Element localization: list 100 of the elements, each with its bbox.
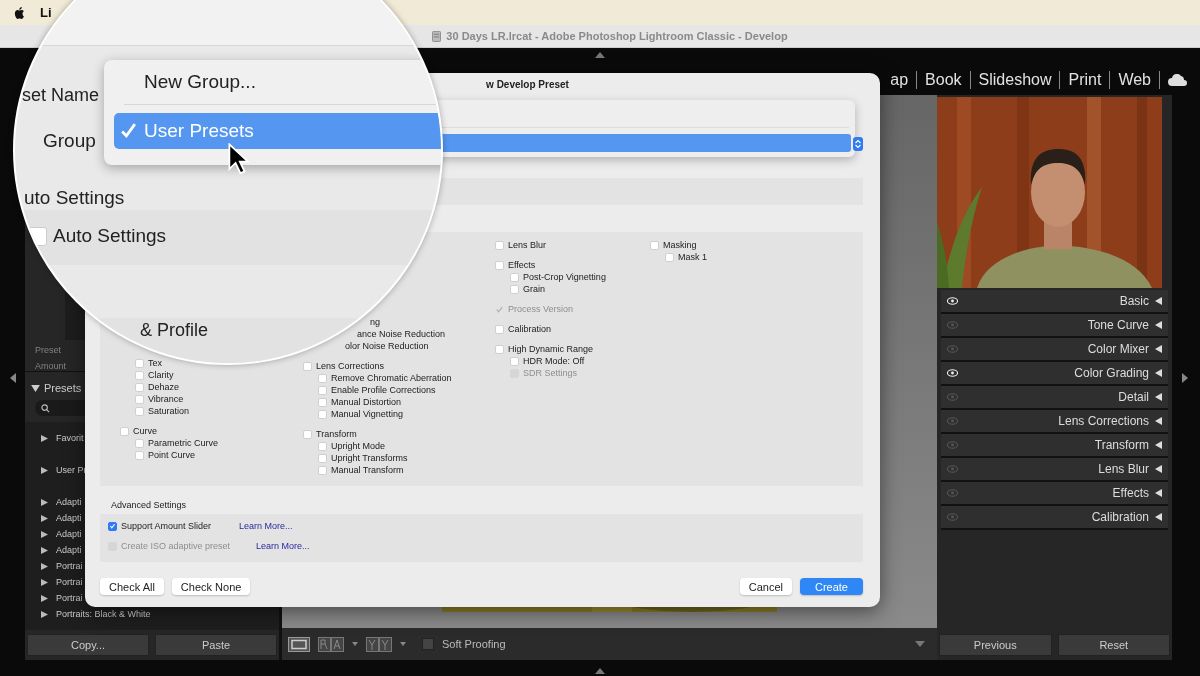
collapse-arrow-icon[interactable] — [595, 52, 605, 58]
create-button[interactable]: Create — [799, 578, 863, 595]
window-title: 30 Days LR.lrcat - Adobe Photoshop Lightroom Classic - Develop — [446, 30, 788, 42]
document-icon — [432, 30, 442, 42]
collapse-triangle-icon — [1155, 513, 1162, 521]
cancel-button[interactable]: Cancel — [739, 578, 792, 595]
checkbox-label: SDR Settings — [523, 368, 578, 378]
before-after-icon[interactable] — [318, 636, 344, 652]
collapse-triangle-icon — [1155, 297, 1162, 305]
expand-arrow-icon[interactable] — [595, 668, 605, 674]
panel-button[interactable]: Copy... — [27, 634, 149, 656]
checkbox-label: Tex — [148, 358, 162, 368]
left-arrow-icon[interactable] — [9, 372, 16, 383]
panel-header[interactable]: Color Mixer — [941, 338, 1168, 362]
checkbox-label: Grain — [523, 284, 545, 294]
checkbox-label: Manual Transform — [331, 465, 404, 475]
checkbox-label: Dehaze — [148, 382, 180, 392]
panel-header[interactable]: Detail — [941, 386, 1168, 410]
preset-folder[interactable]: Adapti — [56, 497, 82, 507]
section-title: & Profile — [140, 320, 209, 341]
checkbox-label: Create ISO adaptive preset — [121, 541, 232, 551]
dialog-title: w Develop Preset — [486, 78, 569, 90]
before-after-icon[interactable] — [366, 636, 392, 652]
checkbox[interactable] — [422, 638, 434, 650]
checkbox-label: Support Amount Slider — [121, 521, 213, 531]
preset-folder[interactable]: Portrai — [56, 593, 83, 603]
preset-folder[interactable]: Portraits: Black & White — [56, 609, 151, 619]
panel-button[interactable]: Paste — [155, 634, 277, 656]
panel-label: Preset — [35, 345, 61, 355]
apple-icon[interactable] — [14, 5, 26, 20]
preset-folder[interactable]: Favorit — [56, 433, 84, 443]
search-icon — [41, 403, 50, 413]
panel-header[interactable]: Tone Curve — [941, 314, 1168, 338]
dialog-button[interactable]: Check All — [100, 578, 164, 595]
preset-folder[interactable]: Portrai — [56, 577, 83, 587]
panel-header[interactable]: Transform — [941, 434, 1168, 458]
module-tab[interactable]: Book — [917, 70, 971, 89]
field-label: set Name — [22, 85, 100, 106]
panel-label: Amount — [35, 361, 67, 371]
learn-more-link[interactable]: Learn More... — [239, 521, 293, 531]
collapse-triangle-icon — [1155, 321, 1162, 329]
preset-folder[interactable]: Portrai — [56, 561, 83, 571]
popup-arrows-icon[interactable] — [853, 137, 863, 151]
checkbox-label: Saturation — [148, 406, 190, 416]
checkbox-label: Effects — [508, 260, 536, 270]
cursor-icon — [228, 143, 250, 176]
check-icon — [120, 122, 137, 139]
panel-header[interactable]: Calibration — [941, 506, 1168, 530]
expand-triangle-icon[interactable] — [41, 466, 48, 474]
checkbox[interactable] — [108, 521, 117, 531]
dialog-button[interactable]: Check None — [171, 578, 251, 595]
checkbox-label: Manual Vignetting — [331, 409, 403, 419]
checkbox-label: Upright Transforms — [331, 453, 408, 463]
checkbox-label: HDR Mode: Off — [523, 356, 585, 366]
preset-folder[interactable]: Adapti — [56, 529, 82, 539]
module-tab[interactable]: Slideshow — [970, 70, 1061, 89]
preset-folder[interactable]: Adapti — [56, 513, 82, 523]
panel-header[interactable]: Lens Corrections — [941, 410, 1168, 434]
collapse-triangle-icon — [1155, 441, 1162, 449]
menu-item[interactable]: New Group... — [114, 64, 441, 100]
checkbox-label: Vibrance — [148, 394, 184, 404]
checkbox-label: Lens Blur — [508, 240, 547, 250]
checkbox-label: Post-Crop Vignetting — [523, 272, 606, 282]
panel-header[interactable]: Lens Blur — [941, 458, 1168, 482]
checkbox-label: ance Noise Reduction — [357, 329, 446, 339]
section-title: Advanced Settings — [111, 500, 188, 510]
checkbox-label: Transform — [316, 429, 357, 439]
panel-header[interactable]: Color Grading — [941, 362, 1168, 386]
panel-button[interactable]: Reset — [1057, 634, 1170, 656]
module-tab[interactable]: ap — [882, 70, 918, 89]
module-tab[interactable]: Web — [1110, 70, 1160, 89]
loupe-view-icon[interactable] — [288, 636, 310, 652]
collapse-triangle-icon — [1155, 489, 1162, 497]
preset-folder[interactable]: Adapti — [56, 545, 82, 555]
collapse-triangle-icon — [1155, 417, 1162, 425]
right-arrow-icon[interactable] — [1181, 372, 1188, 383]
checkbox-label: Parametric Curve — [148, 438, 219, 448]
checkbox-label: Clarity — [148, 370, 174, 380]
checkbox-label: Calibration — [508, 324, 552, 334]
panel-button[interactable]: Previous — [939, 634, 1052, 656]
checkbox-label: olor Noise Reduction — [345, 341, 429, 351]
caret-icon[interactable] — [352, 642, 358, 646]
checkbox-label: Process Version — [508, 304, 574, 314]
module-tab[interactable]: Print — [1060, 70, 1111, 89]
app-menu[interactable]: Li — [40, 5, 52, 20]
field-label: Group — [43, 130, 96, 152]
checkbox-label: Enable Profile Corrections — [331, 385, 436, 395]
panel-header[interactable]: Effects — [941, 482, 1168, 506]
panel-title: Presets — [44, 382, 82, 394]
checkbox-label: Lens Corrections — [316, 361, 385, 371]
checkbox-label: Manual Distortion — [331, 397, 402, 407]
panel-header[interactable]: Basic — [941, 290, 1168, 314]
expand-triangle-icon[interactable] — [41, 434, 48, 442]
caret-icon[interactable] — [915, 641, 925, 647]
cloud-icon[interactable] — [1168, 73, 1188, 86]
expand-triangle-icon[interactable] — [31, 384, 40, 392]
collapse-triangle-icon — [1155, 369, 1162, 377]
checkbox-label: Upright Mode — [331, 441, 386, 451]
checkbox-label: Curve — [133, 426, 157, 436]
caret-icon[interactable] — [400, 642, 406, 646]
